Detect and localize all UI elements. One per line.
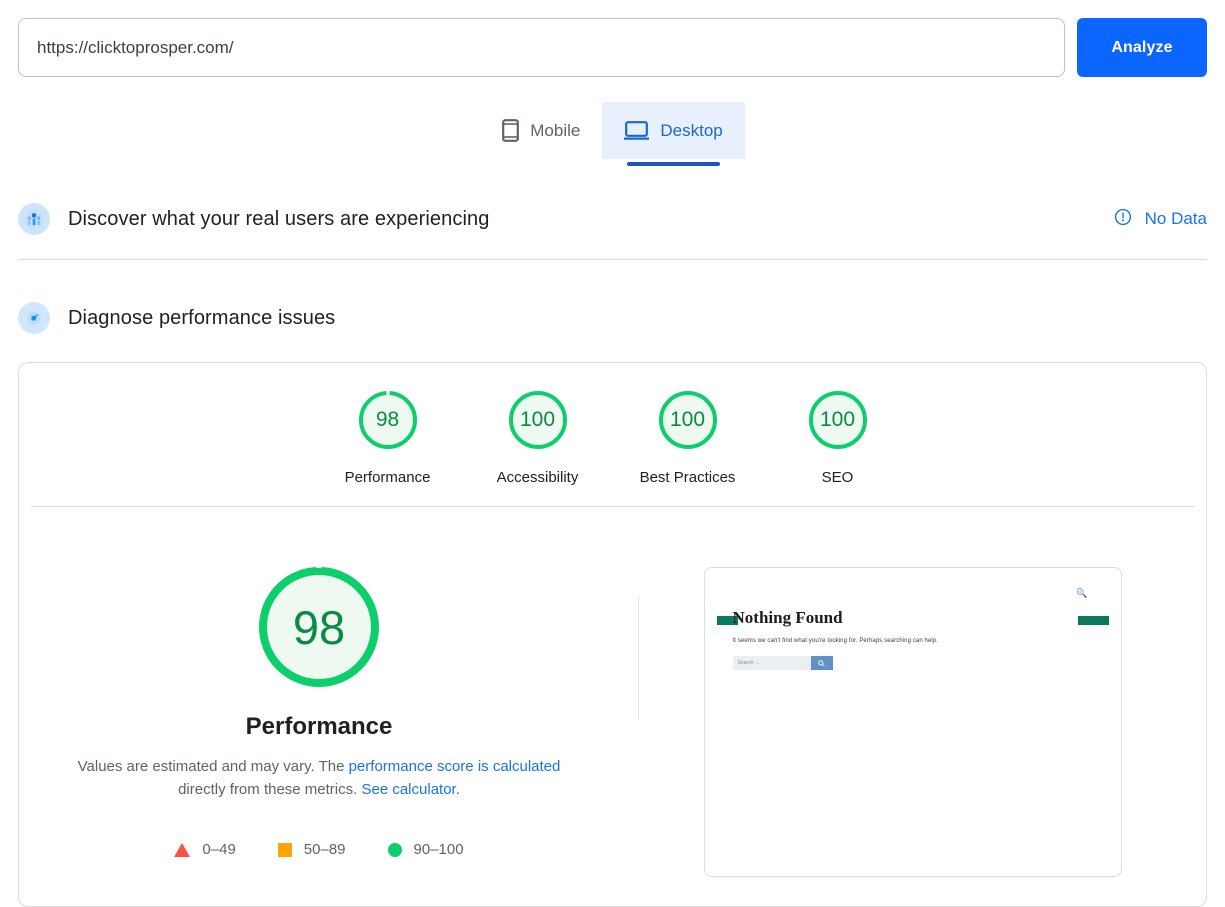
analyze-button[interactable]: Analyze	[1077, 18, 1207, 77]
info-circle-icon	[1114, 208, 1132, 231]
legend-item-average: 50–89	[277, 841, 346, 858]
score-best-practices[interactable]: 100 Best Practices	[613, 391, 763, 486]
category-score-row: 98 Performance 100 Accessibility 100 Bes…	[19, 363, 1206, 506]
score-label: Accessibility	[496, 469, 579, 486]
tab-desktop-label: Desktop	[660, 120, 723, 140]
performance-score-value: 98	[292, 600, 346, 654]
thumbnail-search-button	[810, 656, 833, 670]
diagnose-gauge-icon	[18, 302, 50, 334]
score-value: 100	[819, 408, 856, 431]
see-calculator-link[interactable]: See calculator.	[361, 781, 459, 798]
score-performance[interactable]: 98 Performance	[313, 391, 463, 486]
field-data-status[interactable]: No Data	[1114, 208, 1207, 231]
magnifier-icon: 🔍	[1076, 588, 1088, 598]
no-data-label: No Data	[1144, 209, 1207, 228]
score-legend: 0–49 50–89 90–100	[174, 841, 464, 858]
page-thumbnail: 🔍 Nothing Found It seems we can't find w…	[703, 567, 1122, 877]
vertical-divider	[638, 595, 639, 720]
field-data-section-header: Discover what your real users are experi…	[0, 197, 1225, 241]
tab-mobile-label: Mobile	[530, 120, 581, 140]
legend-item-good: 90–100	[387, 841, 464, 858]
score-ring-accessibility: 100	[508, 391, 567, 449]
square-icon	[277, 842, 292, 857]
section-divider	[18, 259, 1207, 260]
legend-range: 90–100	[413, 841, 464, 858]
score-value: 98	[375, 408, 400, 431]
decor-bar-right	[1077, 616, 1109, 625]
score-accessibility[interactable]: 100 Accessibility	[463, 391, 613, 486]
desktop-icon	[624, 120, 650, 141]
form-factor-tabs: Mobile Desktop	[0, 102, 1225, 166]
score-value: 100	[519, 408, 556, 431]
mobile-icon	[502, 119, 520, 142]
performance-summary: 98 Performance Values are estimated and …	[19, 558, 619, 877]
score-label: Performance	[344, 469, 431, 486]
real-users-icon	[18, 203, 50, 235]
score-label: SEO	[821, 469, 854, 486]
legend-range: 50–89	[303, 841, 346, 858]
url-bar: Analyze	[0, 0, 1225, 77]
tab-mobile[interactable]: Mobile	[480, 102, 602, 159]
url-input[interactable]	[18, 18, 1065, 77]
desc-text-2: directly from these metrics.	[178, 781, 362, 798]
circle-icon	[387, 842, 402, 857]
desc-text-1: Values are estimated and may vary. The	[77, 758, 349, 775]
thumbnail-paragraph: It seems we can't find what you're looki…	[732, 638, 939, 644]
lab-data-section-header: Diagnose performance issues	[0, 296, 1225, 340]
field-data-title: Discover what your real users are experi…	[68, 207, 490, 230]
thumbnail-search: Search …	[732, 656, 833, 670]
performance-heading: Performance	[245, 713, 393, 740]
ring-gap	[386, 391, 389, 395]
score-ring-best-practices: 100	[658, 391, 717, 449]
performance-gauge: 98	[259, 558, 379, 687]
triangle-icon	[174, 842, 191, 857]
performance-score-link[interactable]: performance score is calculated	[349, 758, 561, 775]
ring-gap	[316, 558, 322, 569]
score-value: 100	[669, 408, 706, 431]
score-ring-seo: 100	[808, 391, 867, 449]
thumbnail-heading: Nothing Found	[732, 608, 843, 627]
lab-data-title: Diagnose performance issues	[68, 306, 336, 329]
screenshot-panel: 🔍 Nothing Found It seems we can't find w…	[619, 567, 1206, 877]
legend-range: 0–49	[202, 841, 236, 858]
thumbnail-search-input: Search …	[732, 656, 811, 670]
performance-detail: 98 Performance Values are estimated and …	[19, 507, 1206, 877]
legend-item-poor: 0–49	[174, 841, 236, 858]
tab-desktop[interactable]: Desktop	[602, 102, 745, 166]
score-ring-performance: 98	[358, 391, 417, 449]
score-label: Best Practices	[639, 469, 736, 486]
performance-description: Values are estimated and may vary. The p…	[69, 755, 569, 801]
score-seo[interactable]: 100 SEO	[763, 391, 913, 486]
lighthouse-results-card: 98 Performance 100 Accessibility 100 Bes…	[18, 362, 1207, 907]
